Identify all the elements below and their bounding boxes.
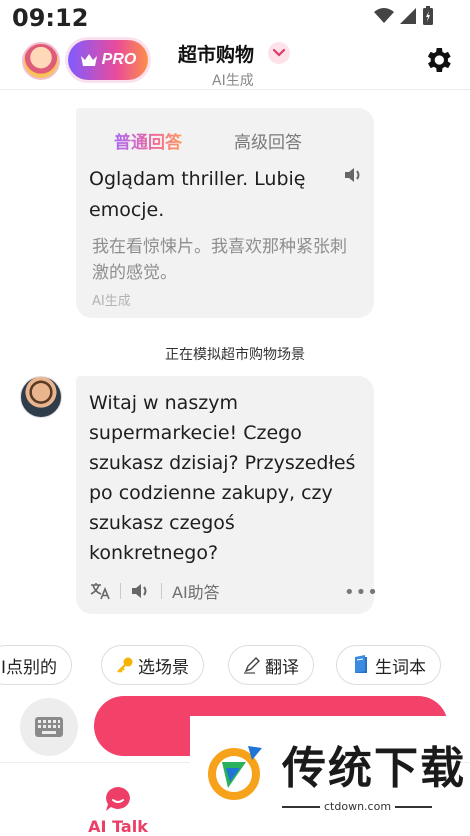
chip-vocabulary[interactable]: 生词本 [336,645,441,685]
suggestion-translation: 我在看惊悚片。我喜欢那种紧张刺激的感觉。 [92,237,347,283]
answer-tabs: 普通回答 高级回答 [114,128,302,153]
chip-label: 翻译 [265,657,299,678]
ai-generated-note: AI生成 [92,294,131,309]
status-time: 09:12 [12,4,89,32]
toolbar-divider [120,583,121,599]
scenario-status: 正在模拟超市购物场景 [165,347,305,363]
watermark-overlay: 传统下载 ctdown.com [190,716,464,820]
keyboard-icon [35,717,63,737]
toolbar-divider [161,583,162,599]
battery-icon [423,6,433,25]
chat-bubble-icon [106,787,130,811]
translate-icon[interactable] [90,582,110,600]
crown-icon [80,54,97,66]
app-header: PRO 超市购物 AI生成 [0,36,470,90]
nav-ai-talk-label: AI Talk [88,817,148,836]
signal-icon [400,8,416,24]
ai-message-text: Witaj w naszym supermarkecie! Czego szuk… [89,392,356,564]
speaker-icon[interactable] [344,166,364,184]
scene-selector[interactable]: 超市购物 AI生成 [178,40,290,89]
speaker-icon[interactable] [131,582,151,600]
chip-label: 选场景 [138,657,189,678]
gear-icon[interactable] [422,44,454,76]
suggestion-bubble: 普通回答 高级回答 Oglądam thriller. Lubię emocje… [76,108,374,318]
chip-label: I点别的 [1,657,58,678]
page-subtitle: AI生成 [212,73,254,89]
more-options-icon[interactable]: ••• [344,582,379,603]
quick-action-chips: I点别的 选场景 翻译 生词本 [0,645,470,685]
chip-translate[interactable]: 翻译 [228,645,314,685]
ai-assist-button[interactable]: AI助答 [172,579,220,603]
message-toolbar: AI助答 [90,579,220,603]
page-title: 超市购物 [178,44,255,66]
watermark-title: 传统下载 [282,743,466,794]
watermark-logo-icon [208,746,262,800]
suggestion-text: Oglądam thriller. Lubię emocje. [89,168,306,221]
tab-basic-answer[interactable]: 普通回答 [114,128,182,153]
chevron-down-icon[interactable] [268,42,290,64]
chip-say-something-else[interactable]: I点别的 [0,645,73,685]
chip-choose-scene[interactable]: 选场景 [101,645,204,685]
pro-button[interactable]: PRO [68,40,148,80]
pen-icon [244,657,260,674]
watermark-url: ctdown.com [320,800,396,813]
ai-avatar[interactable] [20,376,62,418]
status-bar: 09:12 [0,0,470,36]
wifi-icon [374,8,394,23]
keyboard-toggle-button[interactable] [20,698,78,756]
ai-message-bubble: Witaj w naszym supermarkecie! Czego szuk… [76,376,378,614]
chip-label: 生词本 [375,657,426,678]
pro-label: PRO [101,51,137,68]
nav-ai-talk[interactable]: AI Talk [80,773,156,836]
tutor-avatar[interactable] [22,42,60,80]
key-icon [117,657,133,673]
tab-advanced-answer[interactable]: 高级回答 [234,128,302,153]
book-icon [355,655,367,673]
status-icons [374,6,434,26]
